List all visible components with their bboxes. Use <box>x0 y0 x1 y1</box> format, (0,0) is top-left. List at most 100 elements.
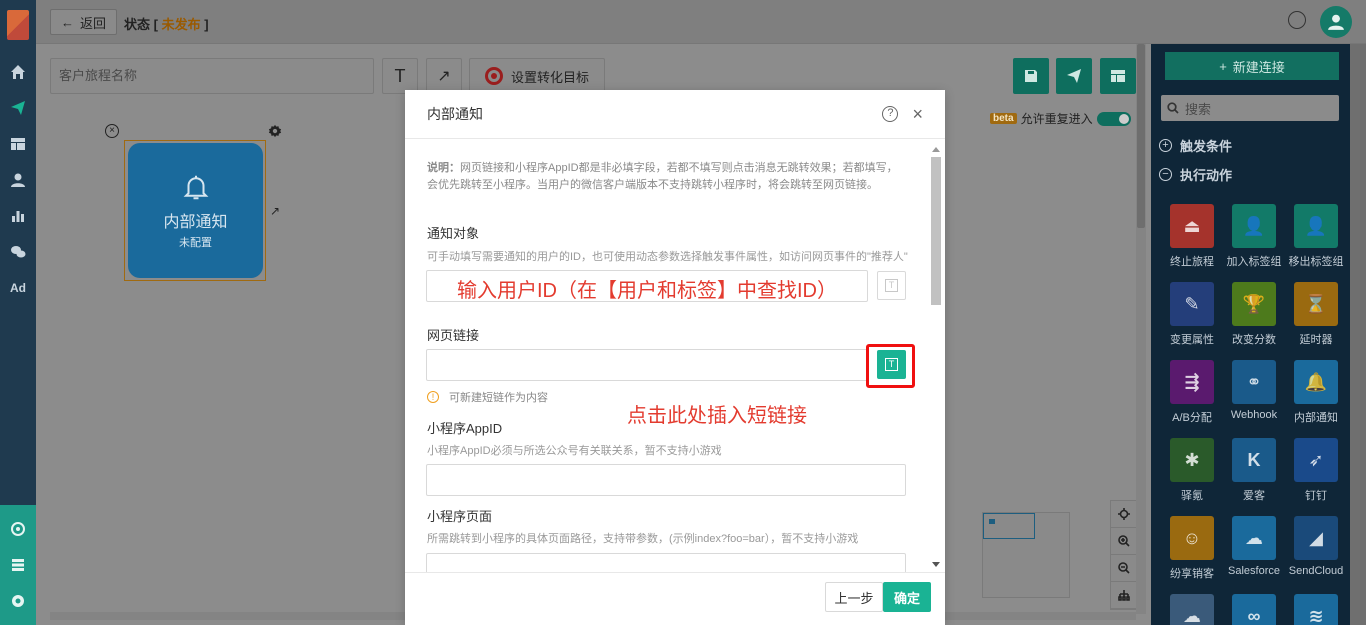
target-user-input[interactable]: 输入用户ID（在【用户和标签】中查找ID） <box>426 270 868 302</box>
sendcloud-icon: ◢ <box>1294 516 1338 560</box>
scroll-down-icon[interactable] <box>932 562 940 567</box>
action-search-input[interactable]: 搜索 <box>1161 95 1339 121</box>
action-label: 延时器 <box>1299 334 1333 346</box>
dialog-scrollbar[interactable] <box>929 143 941 571</box>
nav-analytics[interactable] <box>0 198 36 234</box>
appid-input[interactable] <box>426 464 906 496</box>
action-item[interactable]: ⚭ Webhook <box>1223 360 1285 425</box>
journey-name-input[interactable]: 客户旅程名称 <box>50 58 374 94</box>
dialog-footer: 上一步 确定 <box>405 572 945 625</box>
search-icon <box>1167 102 1179 114</box>
help-icon[interactable]: ? <box>882 106 899 122</box>
help-center-icon[interactable] <box>10 521 26 537</box>
connector-handle-icon[interactable]: ↗ <box>270 204 280 218</box>
arrow-tool-button[interactable]: ↗ <box>426 58 462 94</box>
page-label: 小程序页面 <box>427 509 493 524</box>
nav-wechat[interactable] <box>0 234 36 270</box>
action-item[interactable]: ⏏ 终止旅程 <box>1161 204 1223 269</box>
action-item[interactable]: ☁ Salesforce <box>1223 516 1285 581</box>
action-item[interactable]: ≋ <box>1285 594 1347 625</box>
action-label: 终止旅程 <box>1170 256 1214 268</box>
action-item[interactable]: ⌛ 延时器 <box>1285 282 1347 347</box>
save-button[interactable] <box>1013 58 1049 94</box>
action-label: 驿氪 <box>1181 490 1203 502</box>
link-icon: ∞ <box>1232 594 1276 625</box>
locate-button[interactable] <box>1111 501 1137 528</box>
panel-scrollbar[interactable] <box>1350 44 1366 625</box>
node-settings-icon[interactable] <box>268 124 282 138</box>
layout-icon <box>1111 70 1125 82</box>
action-item[interactable]: ⇶ A/B分配 <box>1161 360 1223 425</box>
nav-journey[interactable] <box>0 90 36 126</box>
new-connection-button[interactable]: + 新建连接 <box>1165 52 1339 80</box>
split-icon: ⇶ <box>1170 360 1214 404</box>
set-goal-button[interactable]: 设置转化目标 <box>469 58 605 94</box>
action-label: Webhook <box>1230 409 1278 421</box>
action-item[interactable]: 🔔 内部通知 <box>1285 360 1347 425</box>
robot-icon: ☺ <box>1170 516 1214 560</box>
layout-button[interactable] <box>1100 58 1136 94</box>
node-remove-icon[interactable]: × <box>105 124 119 138</box>
canvas-scroll-thumb[interactable] <box>1137 44 1145 228</box>
target-icon <box>484 67 503 85</box>
action-item[interactable]: ✱ 驿氪 <box>1161 438 1223 503</box>
avatar[interactable] <box>1320 6 1352 38</box>
repeat-entry-toggle[interactable] <box>1096 111 1131 126</box>
hourglass-icon: ⌛ <box>1294 282 1338 326</box>
confirm-button[interactable]: 确定 <box>883 582 931 612</box>
text-tool-button[interactable]: T <box>382 58 418 94</box>
nav-ad[interactable]: Ad <box>0 270 36 306</box>
action-item[interactable]: 🏆 改变分数 <box>1223 282 1285 347</box>
action-item[interactable]: ✎ 变更属性 <box>1161 282 1223 347</box>
tree-layout-button[interactable] <box>1111 582 1137 609</box>
bar-chart-icon <box>12 211 24 222</box>
short-link-tip: ! 可新建短链作为内容 <box>427 389 548 405</box>
url-input[interactable] <box>426 349 868 381</box>
database-icon[interactable] <box>10 557 26 573</box>
action-item[interactable]: 👤 移出标签组 <box>1285 204 1347 269</box>
repeat-entry-setting: beta 允许重复进入 <box>990 110 1131 127</box>
minimap-viewport[interactable] <box>983 513 1035 539</box>
target-insert-param-button[interactable]: T <box>877 271 906 300</box>
dialog-title: 内部通知 <box>427 106 483 122</box>
crosshair-icon <box>1118 508 1130 520</box>
close-icon[interactable]: × <box>912 105 923 123</box>
action-label: SendCloud <box>1288 565 1344 577</box>
nav-dashboard[interactable] <box>0 126 36 162</box>
section-actions[interactable]: − 执行动作 <box>1159 164 1232 184</box>
settings-icon[interactable] <box>10 593 26 609</box>
zoom-out-button[interactable] <box>1111 555 1137 582</box>
action-item[interactable]: ∞ <box>1223 594 1285 625</box>
publish-button[interactable] <box>1056 58 1092 94</box>
expand-icon: + <box>1159 138 1172 152</box>
action-item[interactable]: ◢ SendCloud <box>1285 516 1347 581</box>
action-item[interactable]: K 爱客 <box>1223 438 1285 503</box>
action-item[interactable]: ☁ <box>1161 594 1223 625</box>
webhook-icon: ⚭ <box>1232 360 1276 404</box>
action-item[interactable]: ➶ 钉钉 <box>1285 438 1347 503</box>
scroll-up-icon[interactable] <box>932 147 940 152</box>
action-item[interactable]: ☺ 纷享销客 <box>1161 516 1223 581</box>
send-icon <box>1067 69 1081 83</box>
cloud-sync-icon: ☁ <box>1170 594 1214 625</box>
previous-step-button[interactable]: 上一步 <box>825 582 883 612</box>
brand-icon: ≋ <box>1294 594 1338 625</box>
add-user-icon: 👤 <box>1232 204 1276 248</box>
action-label: 纷享销客 <box>1170 568 1214 580</box>
zoom-in-button[interactable] <box>1111 528 1137 555</box>
canvas-vertical-scrollbar[interactable] <box>1136 44 1146 614</box>
internal-notice-node[interactable]: 内部通知 未配置 <box>128 143 263 278</box>
nav-users[interactable] <box>0 162 36 198</box>
send-icon <box>11 101 25 115</box>
back-button[interactable]: ← 返回 <box>50 9 118 35</box>
action-item[interactable]: 👤 加入标签组 <box>1223 204 1285 269</box>
section-trigger[interactable]: + 触发条件 <box>1159 135 1232 155</box>
nav-home[interactable] <box>0 54 36 90</box>
dingtalk-icon: ➶ <box>1294 438 1338 482</box>
chat-icon[interactable] <box>1288 11 1306 29</box>
dialog-body: 说明：网页链接和小程序AppID都是非必填字段，若都不填写则点击消息无跳转效果；… <box>405 140 945 572</box>
minimap[interactable] <box>982 512 1070 598</box>
page-input[interactable] <box>426 553 906 572</box>
dialog-scroll-thumb[interactable] <box>931 157 941 305</box>
target-help: 可手动填写需要通知的用户的ID，也可使用动态参数选择触发事件属性，如访问网页事件… <box>427 251 908 263</box>
